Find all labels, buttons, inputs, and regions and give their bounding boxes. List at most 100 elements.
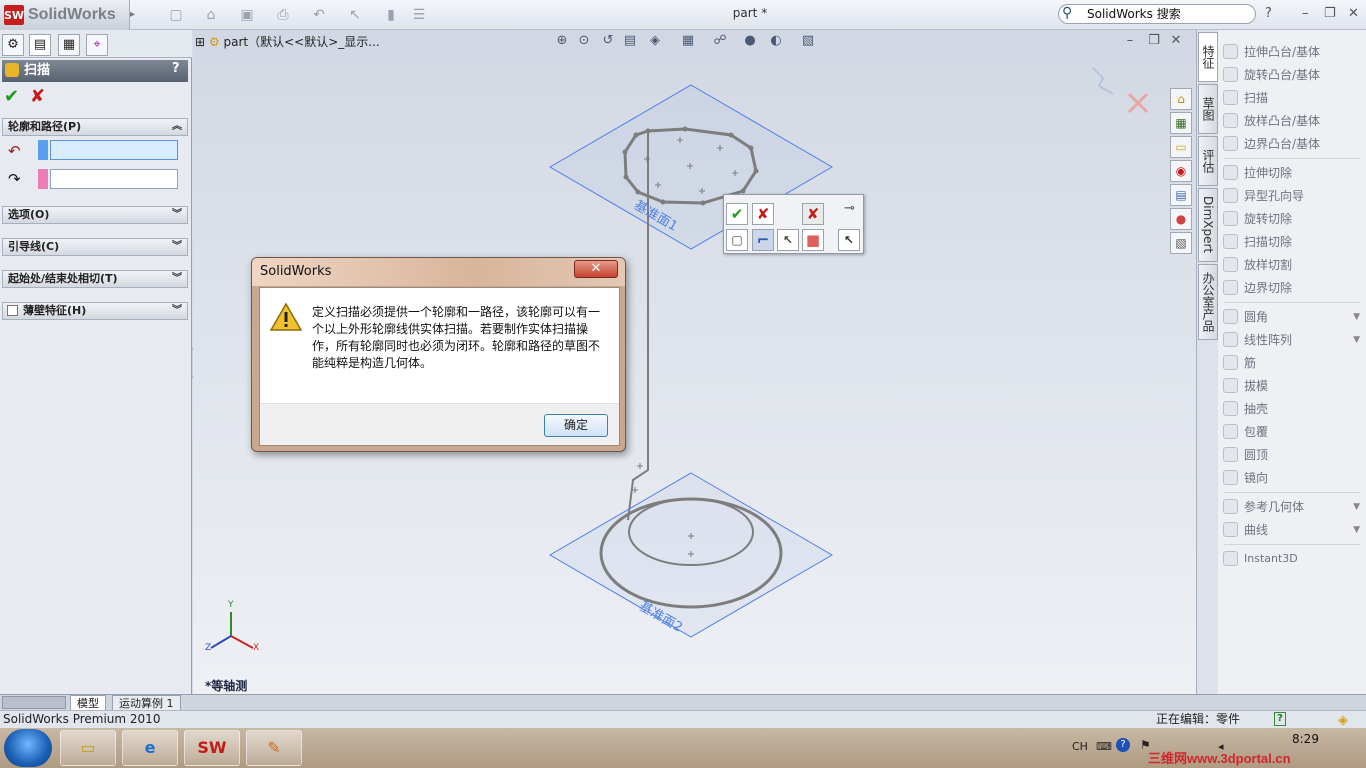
zoom-to-fit-icon[interactable]: ⊕ <box>552 33 572 51</box>
feature-curves[interactable]: 曲线 ▼ <box>1218 519 1366 541</box>
undo-icon[interactable]: ↶ <box>308 6 330 24</box>
feature-extruded-boss[interactable]: 拉伸凸台/基体 <box>1218 41 1366 63</box>
feature-shell[interactable]: 抽壳 <box>1218 398 1366 420</box>
configuration-manager-tab-icon[interactable]: ▦ <box>58 34 80 56</box>
search-icon[interactable]: ⚲ <box>1062 5 1072 21</box>
search-results-icon[interactable]: ◉ <box>1170 160 1192 182</box>
section-tangency[interactable]: 起始处/结束处相切(T) ︾ <box>2 270 188 288</box>
status-help-icon[interactable]: ? <box>1274 712 1286 726</box>
collapse-icon[interactable]: ︽ <box>172 119 182 135</box>
feature-draft[interactable]: 拔模 <box>1218 375 1366 397</box>
feature-fillet[interactable]: 圆角 ▼ <box>1218 306 1366 328</box>
feature-wrap[interactable]: 包覆 <box>1218 421 1366 443</box>
dimxpert-manager-tab-icon[interactable]: ⌖ <box>86 34 108 56</box>
viewport-restore-icon[interactable]: ❐ <box>1144 33 1164 51</box>
tab-dimxpert[interactable]: DimXpert <box>1198 188 1218 262</box>
feature-swept-cut[interactable]: 扫描切除 <box>1218 231 1366 253</box>
print-icon[interactable]: ⎙ <box>272 6 294 24</box>
previous-view-icon[interactable]: ↺ <box>598 33 618 51</box>
rebuild-status-icon[interactable]: ◈ <box>1338 712 1348 729</box>
help-button[interactable]: ? <box>172 61 180 76</box>
feature-sweep[interactable]: 扫描 <box>1218 87 1366 109</box>
keyboard-icon[interactable]: ⌨ <box>1096 740 1112 753</box>
view-orientation-icon[interactable]: ◈ <box>645 33 665 51</box>
design-library-icon[interactable]: ▦ <box>1170 112 1192 134</box>
open-loop-icon[interactable]: ⌐ <box>752 229 774 251</box>
feature-linear-pattern[interactable]: 线性阵列 ▼ <box>1218 329 1366 351</box>
options-icon[interactable]: ☰ <box>408 6 430 24</box>
feature-reference-geometry[interactable]: 参考几何体 ▼ <box>1218 496 1366 518</box>
dropdown-arrow-icon[interactable]: ▼ <box>1353 519 1360 541</box>
tab-features[interactable]: 特征 <box>1198 32 1218 82</box>
zoom-to-area-icon[interactable]: ⊙ <box>574 33 594 51</box>
view-palette-icon[interactable]: ▤ <box>1170 184 1192 206</box>
select-icon[interactable]: ↖ <box>344 6 366 24</box>
save-icon[interactable]: ▣ <box>236 6 258 24</box>
tab-motion-study[interactable]: 运动算例 1 <box>112 695 181 711</box>
expand-icon[interactable]: ︾ <box>172 271 182 287</box>
feature-tree-root[interactable]: ⊞ ⚙ part（默认<<默认>_显示... <box>195 33 380 50</box>
feature-rib[interactable]: 筋 <box>1218 352 1366 374</box>
edit-appearance-icon[interactable]: ● <box>740 33 760 51</box>
dropdown-arrow-icon[interactable]: ▼ <box>1353 306 1360 328</box>
feature-boundary-cut[interactable]: 边界切除 <box>1218 277 1366 299</box>
custom-properties-icon[interactable]: ▧ <box>1170 232 1192 254</box>
dialog-ok-button[interactable]: 确定 <box>544 414 608 437</box>
expand-icon[interactable]: ︾ <box>172 239 182 255</box>
feature-dome[interactable]: 圆顶 <box>1218 444 1366 466</box>
section-profile-path[interactable]: 轮廓和路径(P) ︽ <box>2 118 188 136</box>
search-input[interactable]: SolidWorks 搜索 <box>1058 4 1256 24</box>
property-manager-tab-icon[interactable]: ▤ <box>29 34 51 56</box>
section-view-icon[interactable]: ▤ <box>620 33 640 51</box>
tab-evaluate[interactable]: 评估 <box>1198 136 1218 186</box>
pin-icon[interactable]: ⊸ <box>844 201 855 216</box>
expand-icon[interactable]: ︾ <box>172 303 182 319</box>
input-language[interactable]: CH <box>1072 740 1088 753</box>
system-clock[interactable]: 8:29 <box>1292 732 1319 746</box>
file-explorer-icon[interactable]: ▭ <box>1170 136 1192 158</box>
expand-tree-icon[interactable]: ⊞ <box>195 35 205 49</box>
tab-office-products[interactable]: 办公室产品 <box>1198 264 1218 340</box>
minimize-icon[interactable]: – <box>1302 6 1309 21</box>
tab-scroll-arrows-icon[interactable] <box>2 696 66 709</box>
solidworks-taskbar-icon[interactable]: SW <box>184 730 240 766</box>
dialog-close-button[interactable]: ✕ <box>574 260 618 278</box>
feature-hole-wizard[interactable]: 异型孔向导 <box>1218 185 1366 207</box>
tray-help-icon[interactable]: ? <box>1116 738 1130 752</box>
dropdown-arrow-icon[interactable]: ▼ <box>1353 496 1360 518</box>
dialog-titlebar[interactable]: SolidWorks ✕ <box>252 258 625 286</box>
profile-selection-field[interactable] <box>50 140 178 160</box>
restore-icon[interactable]: ❐ <box>1324 6 1336 21</box>
confirm-cancel-icon[interactable]: ✘ <box>752 203 774 225</box>
solidworks-menu-button[interactable]: SW SolidWorks <box>0 0 130 30</box>
pointer-icon[interactable]: ↖ <box>838 229 860 251</box>
section-options[interactable]: 选项(O) ︾ <box>2 206 188 224</box>
feature-revolved-boss[interactable]: 旋转凸台/基体 <box>1218 64 1366 86</box>
feature-mirror[interactable]: 镜向 <box>1218 467 1366 489</box>
viewport-close-icon[interactable]: ✕ <box>1166 33 1186 51</box>
feature-boundary-boss[interactable]: 边界凸台/基体 <box>1218 133 1366 155</box>
view-settings-icon[interactable]: ▧ <box>798 33 818 51</box>
section-thin-feature[interactable]: 薄壁特征(H) ︾ <box>2 302 188 320</box>
tab-model[interactable]: 模型 <box>70 695 106 711</box>
help-icon[interactable]: ? <box>1265 6 1272 21</box>
path-selection-field[interactable] <box>50 169 178 189</box>
ok-button[interactable]: ✔ <box>4 86 19 107</box>
display-style-icon[interactable]: ▦ <box>678 33 698 51</box>
ie-taskbar-icon[interactable]: e <box>122 730 178 766</box>
section-guide-curves[interactable]: 引导线(C) ︾ <box>2 238 188 256</box>
cancel-button[interactable]: ✘ <box>30 86 45 107</box>
menu-expand-icon[interactable]: ▸ <box>130 0 140 30</box>
new-file-icon[interactable]: ▢ <box>165 6 187 24</box>
appearances-icon[interactable]: ● <box>1170 208 1192 230</box>
hide-show-icon[interactable]: ☍ <box>710 33 730 51</box>
expand-icon[interactable]: ︾ <box>172 207 182 223</box>
feature-extruded-cut[interactable]: 拉伸切除 <box>1218 162 1366 184</box>
start-button-icon[interactable] <box>4 729 52 767</box>
feature-lofted-cut[interactable]: 放样切割 <box>1218 254 1366 276</box>
clear-selection-icon[interactable]: ■ <box>802 229 824 251</box>
apply-scene-icon[interactable]: ◐ <box>766 33 786 51</box>
close-window-icon[interactable]: ✕ <box>1348 6 1359 21</box>
tab-sketch[interactable]: 草图 <box>1198 84 1218 134</box>
feature-revolved-cut[interactable]: 旋转切除 <box>1218 208 1366 230</box>
